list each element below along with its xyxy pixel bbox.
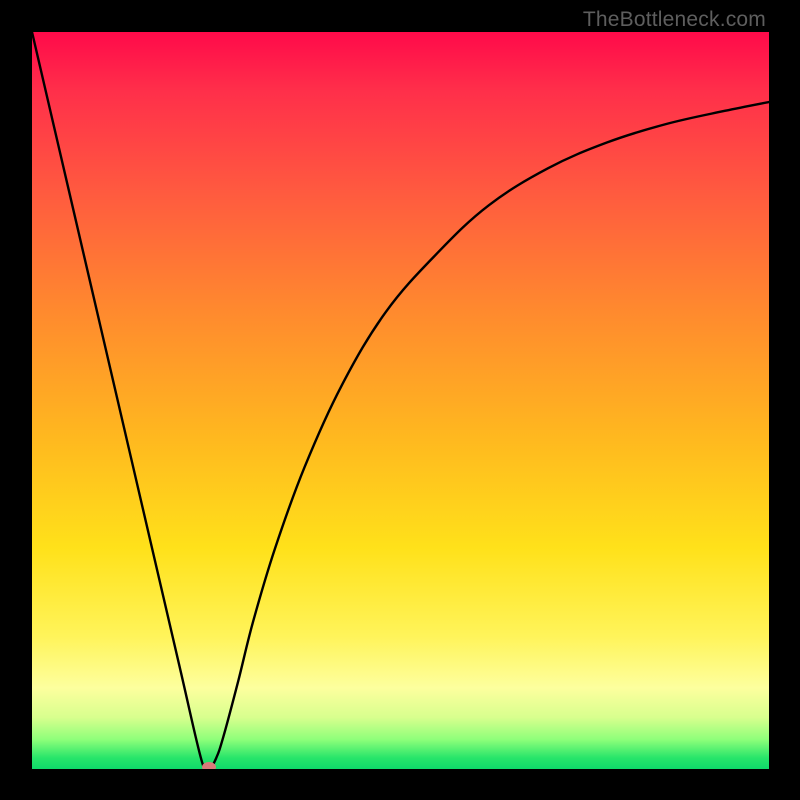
chart-frame: TheBottleneck.com — [0, 0, 800, 800]
bottleneck-curve — [32, 32, 769, 769]
minimum-marker — [202, 762, 216, 769]
plot-area — [32, 32, 769, 769]
watermark-text: TheBottleneck.com — [583, 8, 766, 32]
